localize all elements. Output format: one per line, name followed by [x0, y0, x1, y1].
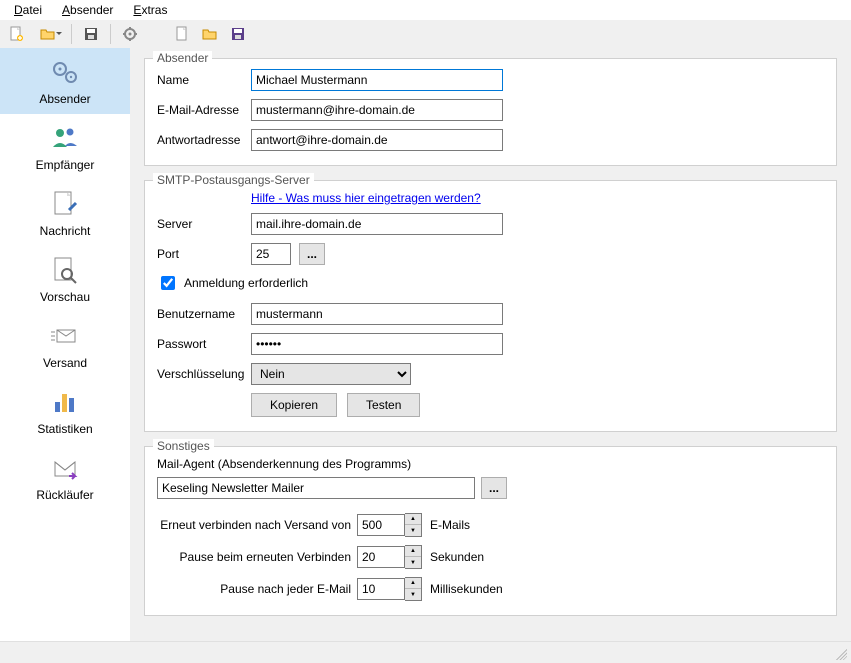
sidebar-item-label: Nachricht: [40, 224, 91, 238]
server-input[interactable]: [251, 213, 503, 235]
encryption-select[interactable]: Nein: [251, 363, 411, 385]
reconnect-after-label: Erneut verbinden nach Versand von: [157, 518, 357, 532]
sonstiges-group: Sonstiges Mail-Agent (Absenderkennung de…: [144, 446, 837, 616]
sidebar-item-vorschau[interactable]: Vorschau: [0, 246, 130, 312]
mail-pause-label: Pause nach jeder E-Mail: [157, 582, 357, 596]
auth-required-checkbox[interactable]: [161, 276, 175, 290]
mailagent-input[interactable]: [157, 477, 475, 499]
sidebar-item-nachricht[interactable]: Nachricht: [0, 180, 130, 246]
menu-datei[interactable]: Datei: [4, 1, 52, 19]
chart-icon: [49, 386, 81, 418]
port-input[interactable]: [251, 243, 291, 265]
test-button[interactable]: Testen: [347, 393, 420, 417]
group-legend: Absender: [153, 51, 212, 65]
toolbar: [0, 20, 851, 48]
sidebar-item-absender[interactable]: Absender: [0, 48, 130, 114]
people-icon: [49, 122, 81, 154]
new-file-icon[interactable]: [4, 22, 28, 46]
document-edit-icon: [49, 188, 81, 220]
mailagent-label: Mail-Agent (Absenderkennung des Programm…: [157, 457, 824, 471]
smtp-group: SMTP-Postausgangs-Server Hilfe - Was mus…: [144, 180, 837, 432]
sidebar-item-label: Empfänger: [36, 158, 95, 172]
email-input[interactable]: [251, 99, 503, 121]
auth-required-label: Anmeldung erforderlich: [184, 276, 308, 290]
new-file-icon-2[interactable]: [170, 22, 194, 46]
status-bar: [0, 641, 851, 663]
encryption-label: Verschlüsselung: [157, 367, 251, 381]
sidebar-item-label: Statistiken: [37, 422, 92, 436]
preview-icon: [49, 254, 81, 286]
spinner-buttons[interactable]: ▲▼: [405, 513, 422, 537]
reply-label: Antwortadresse: [157, 133, 251, 147]
server-label: Server: [157, 217, 251, 231]
email-label: E-Mail-Adresse: [157, 103, 251, 117]
sidebar-item-label: Versand: [43, 356, 87, 370]
save-icon[interactable]: [79, 22, 103, 46]
sidebar-item-empfaenger[interactable]: Empfänger: [0, 114, 130, 180]
name-input[interactable]: [251, 69, 503, 91]
reconnect-pause-unit: Sekunden: [430, 550, 484, 564]
mail-pause-input[interactable]: [357, 578, 405, 600]
save-blue-icon[interactable]: [226, 22, 250, 46]
spinner-buttons[interactable]: ▲▼: [405, 545, 422, 569]
sidebar-item-statistiken[interactable]: Statistiken: [0, 378, 130, 444]
resize-gripper-icon[interactable]: [833, 646, 847, 660]
content-area: Absender Name E-Mail-Adresse Antwortadre…: [130, 48, 851, 641]
smtp-help-link[interactable]: Hilfe - Was muss hier eingetragen werden…: [251, 191, 481, 205]
mail-pause-unit: Millisekunden: [430, 582, 503, 596]
username-label: Benutzername: [157, 307, 251, 321]
toolbar-separator: [71, 24, 72, 44]
open-folder-icon[interactable]: [32, 22, 64, 46]
gears-icon: [49, 56, 81, 88]
sidebar-item-versand[interactable]: Versand: [0, 312, 130, 378]
toolbar-separator: [110, 24, 111, 44]
port-options-button[interactable]: ...: [299, 243, 325, 265]
sidebar: Absender Empfänger Nachricht Vorschau Ve…: [0, 48, 130, 641]
menu-extras[interactable]: Extras: [123, 1, 177, 19]
mailagent-options-button[interactable]: ...: [481, 477, 507, 499]
spinner-buttons[interactable]: ▲▼: [405, 577, 422, 601]
open-folder-icon-2[interactable]: [198, 22, 222, 46]
menu-absender[interactable]: Absender: [52, 1, 123, 19]
group-legend: Sonstiges: [153, 439, 214, 453]
sidebar-item-label: Absender: [39, 92, 90, 106]
reply-input[interactable]: [251, 129, 503, 151]
reconnect-pause-input[interactable]: [357, 546, 405, 568]
group-legend: SMTP-Postausgangs-Server: [153, 173, 314, 187]
menu-bar: Datei Absender Extras: [0, 0, 851, 20]
bounce-icon: [49, 452, 81, 484]
sidebar-item-label: Vorschau: [40, 290, 90, 304]
sidebar-item-ruecklaeufer[interactable]: Rückläufer: [0, 444, 130, 510]
password-input[interactable]: [251, 333, 503, 355]
port-label: Port: [157, 247, 251, 261]
gear-icon[interactable]: [118, 22, 142, 46]
copy-button[interactable]: Kopieren: [251, 393, 337, 417]
absender-group: Absender Name E-Mail-Adresse Antwortadre…: [144, 58, 837, 166]
reconnect-pause-label: Pause beim erneuten Verbinden: [157, 550, 357, 564]
password-label: Passwort: [157, 337, 251, 351]
reconnect-after-input[interactable]: [357, 514, 405, 536]
reconnect-after-unit: E-Mails: [430, 518, 470, 532]
send-icon: [49, 320, 81, 352]
name-label: Name: [157, 73, 251, 87]
username-input[interactable]: [251, 303, 503, 325]
sidebar-item-label: Rückläufer: [36, 488, 93, 502]
